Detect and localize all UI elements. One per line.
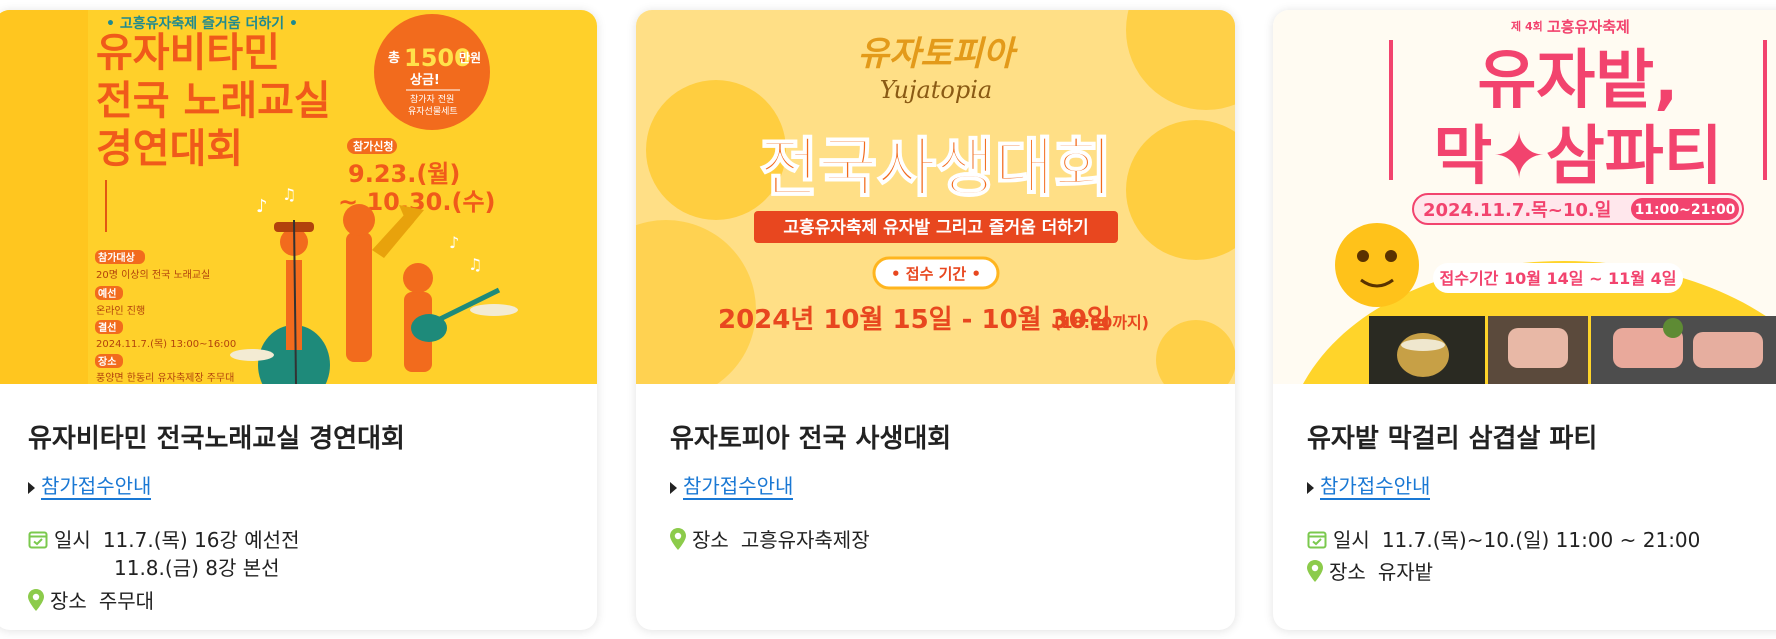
date-line-1: 11.7.(목) 16강 예선전 <box>102 528 300 552</box>
event-place: 장소 고흥유자축제장 <box>670 524 870 555</box>
poster3-date-pill: 2024.11.7.목~10.일 <box>1423 200 1611 221</box>
poster1-detail-text-1: 20명 이상의 전국 노래교실 <box>96 269 210 281</box>
poster1-apply-date-1: 9.23.(월) <box>348 160 460 188</box>
svg-text:♪: ♪ <box>449 233 459 252</box>
svg-text:♫: ♫ <box>468 255 482 274</box>
poster1-detail-text-4: 풍양면 한동리 유자축제장 주무대 <box>96 372 234 384</box>
poster3-headline-1: 유자밭, <box>1478 44 1679 118</box>
map-pin-icon <box>670 528 686 555</box>
event-card-drawing[interactable]: 유자토피아 Yujatopia 전국사생대회 고흥유자축제 유자밭 그리고 즐거… <box>636 10 1235 630</box>
poster3-edition: 제 4회 <box>1511 19 1543 33</box>
registration-info-link[interactable]: 참가접수안내 <box>28 470 152 500</box>
poster3-headline-2: 막✦삼파티 <box>1433 120 1722 194</box>
poster2-logo-en: Yujatopia <box>880 76 992 104</box>
svg-text:♪: ♪ <box>256 196 268 217</box>
poster3-festival: 고흥유자축제 <box>1547 18 1630 36</box>
event-card-party[interactable]: 제 4회 고흥유자축제 유자밭, 막✦삼파티 2024.11.7.목~10.일 … <box>1273 10 1776 630</box>
calendar-check-icon <box>1307 529 1327 554</box>
poster1-apply-label: 참가신청 <box>353 139 393 153</box>
poster1-prize-prefix: 총 <box>388 50 400 66</box>
poster2-period-label: • 접수 기간 • <box>891 265 981 283</box>
poster2-ribbon: 고흥유자축제 유자밭 그리고 즐거움 더하기 <box>783 217 1088 238</box>
poster1-detail-label-1: 참가대상 <box>98 251 136 264</box>
event-title[interactable]: 유자토피아 전국 사생대회 <box>670 418 951 455</box>
poster1-detail-text-2: 온라인 진행 <box>96 305 145 317</box>
event-date: 일시 11.7.(목)~10.(일) 11:00 ~ 21:00 <box>1307 524 1700 554</box>
registration-info-link[interactable]: 참가접수안내 <box>670 470 794 500</box>
svg-text:♫: ♫ <box>282 185 296 204</box>
poster2-logo-kr: 유자토피아 <box>858 34 1019 74</box>
poster1-headline-2: 전국 노래교실 <box>96 78 331 124</box>
map-pin-icon <box>1307 560 1323 587</box>
event-title[interactable]: 유자밭 막걸리 삼겹살 파티 <box>1307 418 1597 455</box>
poster1-detail-label-3: 결선 <box>98 321 116 334</box>
emoji-face-left <box>1335 223 1419 307</box>
caret-right-icon <box>670 481 677 494</box>
caret-right-icon <box>1307 481 1314 494</box>
event-title[interactable]: 유자비타민 전국노래교실 경연대회 <box>28 418 405 455</box>
poster1-prize-word: 상금! <box>410 73 440 88</box>
poster-drawing[interactable]: 유자토피아 Yujatopia 전국사생대회 고흥유자축제 유자밭 그리고 즐거… <box>636 10 1235 384</box>
registration-info-link[interactable]: 참가접수안내 <box>1307 470 1431 500</box>
poster1-headline-3: 경연대회 <box>96 126 243 172</box>
poster2-headline: 전국사생대회 <box>759 132 1112 206</box>
poster2-period: 2024년 10월 15일 - 10월 30일 <box>718 305 1111 335</box>
calendar-check-icon <box>28 529 48 554</box>
poster1-headline-1: 유자비타민 <box>96 30 280 76</box>
caret-right-icon <box>28 481 35 494</box>
poster1-prize-note-1: 참가자 전원 <box>410 94 454 105</box>
date-line-2: 11.8.(금) 8강 본선 <box>114 556 280 580</box>
event-date: 일시 11.7.(목) 16강 예선전 11.8.(금) 8강 본선 <box>28 524 300 580</box>
poster3-time-pill: 11:00~21:00 <box>1635 202 1736 218</box>
poster1-detail-label-2: 예선 <box>98 287 116 300</box>
event-place: 장소 주무대 <box>28 585 154 616</box>
poster1-detail-text-3: 2024.11.7.(목) 13:00~16:00 <box>96 338 236 350</box>
poster1-prize-note-2: 유자선물세트 <box>408 106 458 117</box>
event-place: 장소 유자밭 <box>1307 556 1433 587</box>
food-photos <box>1369 316 1776 384</box>
poster3-apply-pill: 접수기간 10월 14일 ~ 11월 4일 <box>1440 269 1677 288</box>
poster1-detail-label-4: 장소 <box>98 355 116 368</box>
poster2-period-note: (18:00까지) <box>1054 313 1149 332</box>
map-pin-icon <box>28 589 44 616</box>
poster1-prize-unit: 만원 <box>459 50 481 65</box>
poster-party[interactable]: 제 4회 고흥유자축제 유자밭, 막✦삼파티 2024.11.7.목~10.일 … <box>1273 10 1776 384</box>
poster-vitamin[interactable]: • 고흥유자축제 즐거움 더하기 • 유자비타민 전국 노래교실 경연대회 총 … <box>0 10 597 384</box>
event-card-vitamin[interactable]: • 고흥유자축제 즐거움 더하기 • 유자비타민 전국 노래교실 경연대회 총 … <box>0 10 597 630</box>
